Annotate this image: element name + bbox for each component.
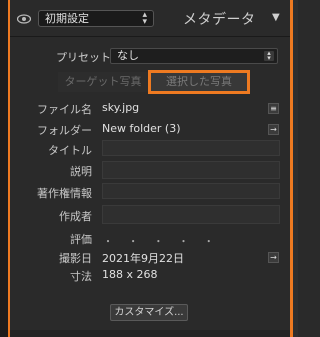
tab-selected-photos[interactable]: 選択した写真 bbox=[148, 70, 250, 94]
panel-right-edge bbox=[293, 0, 298, 337]
arrow-right-icon[interactable]: → bbox=[268, 252, 279, 263]
customize-button[interactable]: カスタマイズ... bbox=[110, 304, 188, 321]
preset-dropdown-value: なし bbox=[117, 49, 139, 62]
dimensions-label: 寸法 bbox=[70, 270, 92, 283]
title-field[interactable] bbox=[102, 140, 280, 156]
dimensions-value: 188 x 268 bbox=[102, 268, 158, 281]
dropdown-arrows-icon: ▴ ▾ bbox=[264, 50, 274, 62]
folder-label: フォルダー bbox=[37, 124, 92, 137]
preset-dropdown[interactable]: なし ▴ ▾ bbox=[110, 48, 278, 64]
collapse-triangle-icon[interactable]: ▼ bbox=[272, 12, 280, 23]
panel-bottom-edge bbox=[10, 330, 290, 337]
file-name-label: ファイル名 bbox=[37, 103, 92, 116]
eye-icon[interactable] bbox=[17, 14, 31, 24]
file-name-value[interactable]: sky.jpg bbox=[102, 101, 139, 114]
title-label: タイトル bbox=[48, 144, 92, 157]
copyright-field[interactable] bbox=[102, 183, 280, 199]
preset-label: プリセット bbox=[56, 51, 111, 64]
rating-label: 評価 bbox=[70, 233, 92, 246]
rating-stars[interactable]: ・ ・ ・ ・ ・ bbox=[103, 233, 220, 248]
creator-field[interactable] bbox=[102, 205, 280, 224]
list-icon[interactable]: ≡ bbox=[268, 103, 279, 114]
metadata-set-value: 初期設定 bbox=[45, 12, 89, 25]
select-arrows-icon: ▴ ▾ bbox=[142, 10, 147, 27]
metadata-panel-header[interactable]: 初期設定 ▴ ▾ メタデータ ▼ bbox=[10, 6, 290, 32]
tab-target-photo[interactable]: ターゲット写真 bbox=[58, 72, 148, 92]
panel-left-edge bbox=[0, 0, 8, 337]
creator-label: 作成者 bbox=[59, 210, 92, 223]
panel-highlight-border-left bbox=[8, 0, 10, 337]
copyright-label: 著作権情報 bbox=[37, 187, 92, 200]
caption-field[interactable] bbox=[102, 161, 280, 179]
capture-date-value: 2021年9月22日 bbox=[102, 252, 184, 265]
capture-date-label: 撮影日 bbox=[59, 252, 92, 265]
caption-label: 説明 bbox=[70, 165, 92, 178]
header-divider bbox=[10, 36, 290, 37]
arrow-right-icon[interactable]: → bbox=[268, 124, 279, 135]
folder-value: New folder (3) bbox=[102, 122, 181, 135]
panel-title: メタデータ bbox=[183, 12, 256, 28]
metadata-set-select[interactable]: 初期設定 ▴ ▾ bbox=[38, 10, 154, 27]
